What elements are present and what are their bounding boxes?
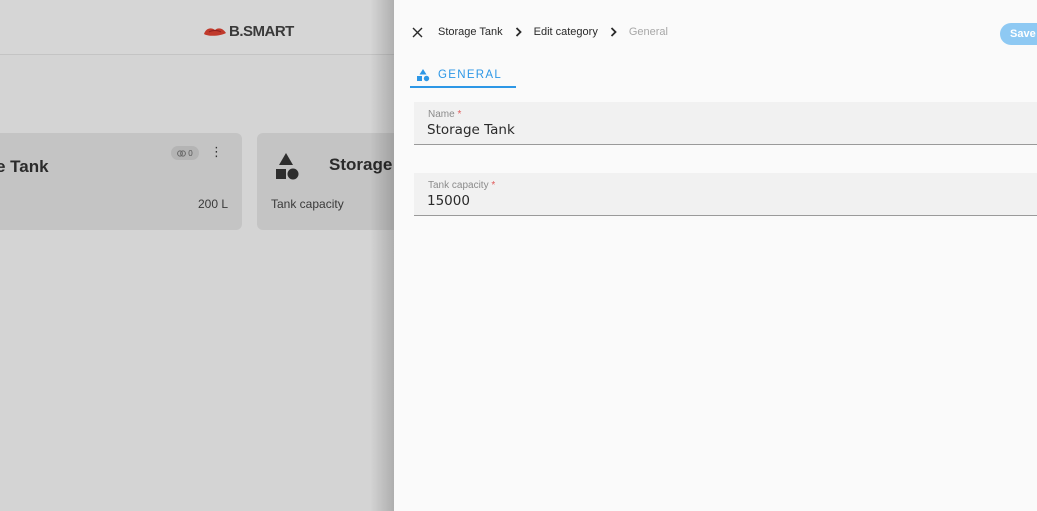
tab-label: GENERAL [438,69,503,81]
badge-count: 0 [188,148,193,158]
background-app: B.SMART e Tank 0 ⋮ 200 L Storage Tank ca… [0,0,400,511]
save-button[interactable]: Save [1000,23,1037,45]
breadcrumb-item-edit-category[interactable]: Edit category [534,26,598,38]
close-icon[interactable] [410,25,424,39]
brand-logo-icon [204,28,226,36]
shapes-icon [417,69,430,82]
field-label: Name * [428,109,462,120]
name-input[interactable] [427,122,987,138]
name-field[interactable]: Name * [414,102,1037,145]
category-card[interactable]: e Tank 0 ⋮ 200 L [0,133,242,230]
more-options-icon[interactable]: ⋮ [210,145,223,161]
tank-capacity-field[interactable]: Tank capacity * [414,173,1037,216]
required-marker: * [457,109,462,120]
app-header: B.SMART [0,0,400,55]
card-capacity: 200 L [197,197,228,211]
card-title: e Tank [0,157,49,176]
breadcrumb-item-storage-tank[interactable]: Storage Tank [438,26,503,38]
chevron-right-icon [515,27,522,37]
card-field-label: Tank capacity [271,197,344,211]
required-marker: * [491,180,496,191]
shapes-icon [276,153,299,180]
field-label: Tank capacity * [428,180,496,191]
brand-logo: B.SMART [203,22,294,40]
breadcrumb: Storage Tank Edit category General [410,23,668,41]
breadcrumb-item-general: General [628,26,668,38]
panel-shadow [370,0,394,511]
tab-general[interactable]: GENERAL [416,64,502,86]
chevron-right-icon [610,27,617,37]
link-icon [177,149,187,157]
logo-text: B.SMART [229,22,294,40]
tank-capacity-input[interactable] [427,193,987,209]
link-count-badge: 0 [171,146,199,160]
edit-category-panel: Storage Tank Edit category General Save … [394,0,1037,511]
tab-active-indicator [410,86,516,88]
